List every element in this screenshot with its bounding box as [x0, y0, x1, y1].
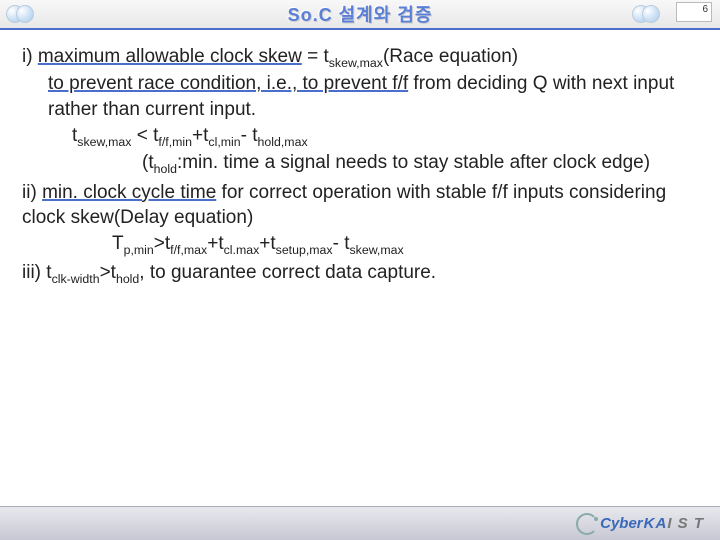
thold-note: (thold:min. time a signal needs to stay …	[22, 150, 698, 177]
subscript: hold,max	[258, 135, 308, 149]
subscript: setup,max	[276, 243, 333, 257]
logo-ring-icon	[576, 513, 598, 535]
text: >t	[100, 262, 116, 283]
text: +t	[207, 233, 223, 254]
subscript: f/f,max	[170, 243, 207, 257]
subscript: cl.max	[224, 243, 260, 257]
label-ii: ii)	[22, 182, 42, 203]
logo-text: CyberKAI S T	[600, 515, 704, 532]
text: :min. time a signal needs to stay stable…	[177, 152, 650, 173]
subscript: cl,min	[208, 135, 240, 149]
text: T	[112, 233, 124, 254]
slide-footer: CyberKAI S T	[0, 506, 720, 540]
label-i: i)	[22, 46, 38, 67]
label-iii: iii)	[22, 262, 46, 283]
text: < t	[131, 125, 158, 146]
text: min. clock cycle time	[42, 182, 216, 203]
slide-body: i) maximum allowable clock skew = tskew,…	[0, 30, 720, 288]
item-i: i) maximum allowable clock skew = tskew,…	[22, 44, 698, 178]
text: +t	[259, 233, 275, 254]
header-decor-right	[632, 5, 672, 23]
slide-header: So.C 설계와 검증 6	[0, 0, 720, 28]
text: (Race equation)	[383, 46, 518, 67]
subscript: hold	[154, 162, 177, 176]
item-ii: ii) min. clock cycle time for correct op…	[22, 180, 698, 259]
text: maximum allowable clock skew	[38, 46, 302, 67]
item-iii: iii) tclk-width>thold, to guarantee corr…	[22, 260, 698, 287]
subscript: skew,max	[77, 135, 131, 149]
subscript: clk-width	[52, 272, 100, 286]
subscript: skew,max	[329, 56, 383, 70]
slide-title: So.C 설계와 검증	[288, 1, 433, 27]
footer-logo: CyberKAI S T	[576, 513, 704, 535]
logo-ka: KA	[644, 515, 668, 532]
text: +t	[192, 125, 208, 146]
item-i-body: to prevent race condition, i.e., to prev…	[22, 71, 698, 122]
equation-1: tskew,max < tf/f,min+tcl,min- thold,max	[22, 123, 698, 150]
subscript: skew,max	[349, 243, 403, 257]
logo-cyber: Cyber	[600, 515, 643, 532]
text: >t	[154, 233, 170, 254]
text: , to guarantee correct data capture.	[139, 262, 436, 283]
page-number: 6	[676, 2, 712, 22]
text: - t	[333, 233, 350, 254]
header-decor-left	[6, 5, 46, 23]
subscript: p,min	[124, 243, 154, 257]
equation-2: Tp,min>tf/f,max+tcl.max+tsetup,max- tske…	[22, 231, 698, 258]
text: to prevent race condition, i.e., to prev…	[48, 73, 408, 94]
text: - t	[241, 125, 258, 146]
text: (t	[22, 152, 154, 173]
logo-ist: I S T	[667, 515, 704, 532]
subscript: hold	[116, 272, 139, 286]
subscript: f/f,min	[158, 135, 192, 149]
text: = t	[302, 46, 329, 67]
